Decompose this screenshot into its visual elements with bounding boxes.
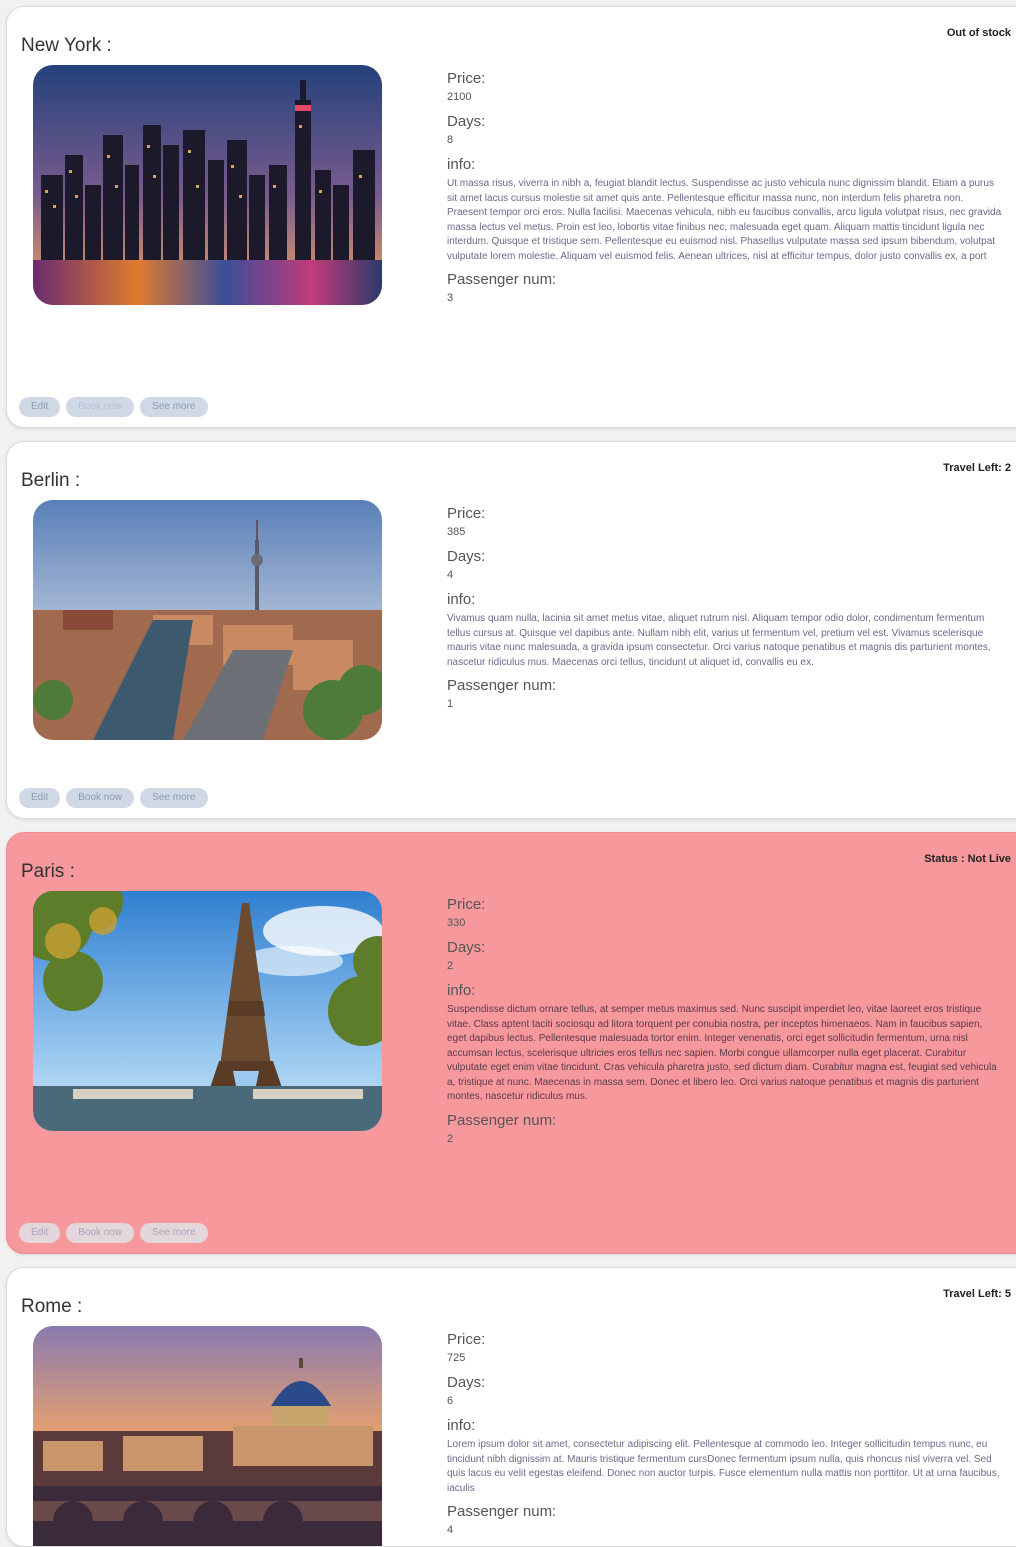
trip-list: Out of stock New York : Price: 2100 Days… [0, 0, 1016, 1547]
info-text: Suspendisse dictum ornare tellus, at sem… [447, 1004, 997, 1102]
info-text: Ut massa risus, viverra in nibh a, feugi… [447, 178, 1002, 262]
price-value: 385 [447, 526, 466, 538]
passenger-value: 3 [447, 292, 454, 304]
card-actions: Edit Book now See more [19, 788, 208, 808]
status-badge: Out of stock [946, 27, 1011, 39]
days-label: Days: [447, 1374, 486, 1391]
passenger-label: Passenger num: [447, 677, 557, 694]
price-value: 330 [447, 917, 466, 929]
passenger-value: 4 [447, 1524, 454, 1536]
info-text: Lorem ipsum dolor sit amet, consectetur … [447, 1439, 1000, 1494]
days-value: 4 [447, 569, 454, 581]
trip-card-berlin: Travel Left: 2 Berlin : Price: 385 Days:… [6, 441, 1016, 819]
price-label: Price: [447, 896, 486, 913]
new-york-image [33, 65, 382, 305]
trip-details: Price: 385 Days: 4 info: Vivamus quam nu… [447, 504, 1007, 719]
info-label: info: [447, 1417, 476, 1434]
card-title: Berlin : [21, 470, 81, 491]
days-value: 6 [447, 1395, 454, 1407]
book-now-button[interactable]: Book now [66, 788, 135, 808]
info-label: info: [447, 156, 476, 173]
price-label: Price: [447, 505, 486, 522]
book-now-button[interactable]: Book now [66, 1223, 135, 1243]
see-more-button[interactable]: See more [140, 397, 208, 417]
card-title: Paris : [21, 861, 75, 882]
card-title: New York : [21, 35, 112, 56]
see-more-button[interactable]: See more [140, 1223, 208, 1243]
price-value: 2100 [447, 91, 472, 103]
price-value: 725 [447, 1352, 466, 1364]
passenger-value: 2 [447, 1132, 454, 1145]
trip-card-new-york: Out of stock New York : Price: 2100 Days… [6, 6, 1016, 428]
status-badge: Status : Not Live [924, 853, 1011, 865]
info-label: info: [447, 982, 476, 999]
status-badge: Travel Left: 5 [943, 1288, 1011, 1300]
price-label: Price: [447, 70, 486, 87]
passenger-label: Passenger num: [447, 1503, 557, 1520]
passenger-label: Passenger num: [447, 271, 557, 288]
card-actions: Edit Book now See more [19, 397, 208, 417]
edit-button[interactable]: Edit [19, 397, 61, 417]
trip-card-rome: Travel Left: 5 Rome : Price: 725 Days: 6… [6, 1267, 1016, 1547]
days-label: Days: [447, 113, 486, 130]
edit-button[interactable]: Edit [19, 788, 61, 808]
days-value: 8 [447, 134, 454, 146]
card-actions: Edit Book now See more [19, 1223, 208, 1243]
info-text: Vivamus quam nulla, lacinia sit amet met… [447, 613, 991, 668]
trip-details: Price: 2100 Days: 8 info: Ut massa risus… [447, 69, 1007, 313]
days-value: 2 [447, 960, 454, 972]
paris-image [33, 891, 382, 1131]
berlin-image [33, 500, 382, 740]
passenger-value: 1 [447, 698, 454, 710]
price-label: Price: [447, 1331, 486, 1348]
info-label: info: [447, 591, 476, 608]
rome-image [33, 1326, 382, 1546]
trip-details: Price: 725 Days: 6 info: Lorem ipsum dol… [447, 1330, 1007, 1545]
passenger-label: Passenger num: [447, 1111, 557, 1129]
trip-details: Price: 330 Days: 2 info: Suspendisse dic… [447, 895, 1007, 1154]
see-more-button[interactable]: See more [140, 788, 208, 808]
card-title: Rome : [21, 1296, 83, 1317]
days-label: Days: [447, 548, 486, 565]
edit-button[interactable]: Edit [19, 1223, 61, 1243]
status-badge: Travel Left: 2 [943, 462, 1011, 474]
book-now-button[interactable]: Book now [66, 397, 135, 417]
trip-card-paris: Status : Not Live Paris : Price: 330 Day… [6, 832, 1016, 1254]
days-label: Days: [447, 939, 486, 956]
